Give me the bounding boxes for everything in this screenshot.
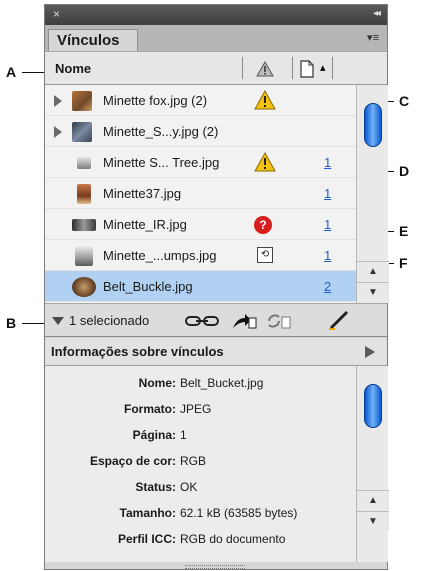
scroll-thumb[interactable] <box>364 384 382 428</box>
callout-a: A <box>6 64 17 80</box>
scroll-down-arrow-icon[interactable]: ▼ <box>357 282 389 302</box>
link-name: Minette S... Tree.jpg <box>103 155 220 170</box>
info-value: 1 <box>180 428 187 442</box>
link-name: Belt_Buckle.jpg <box>103 279 193 294</box>
image-thumbnail <box>72 219 96 231</box>
link-page-number[interactable]: 1 <box>324 155 331 170</box>
goto-link-icon[interactable] <box>231 312 257 330</box>
warning-icon <box>254 90 276 110</box>
image-thumbnail <box>77 157 91 169</box>
warning-icon <box>254 152 276 172</box>
info-value: RGB do documento <box>180 532 286 546</box>
panel-menu-icon[interactable]: ▾≡ <box>367 31 379 44</box>
column-header: Nome ▴ <box>45 51 387 85</box>
scroll-up-arrow-icon[interactable]: ▲ <box>357 490 389 510</box>
links-list: Minette fox.jpg (2) Minette_S...y.jpg (2… <box>45 85 356 303</box>
link-info-header[interactable]: Informações sobre vínculos <box>45 338 387 366</box>
info-key: Formato: <box>124 402 176 416</box>
link-page-number[interactable]: 1 <box>324 248 331 263</box>
info-value: OK <box>180 480 198 494</box>
list-item[interactable]: Minette S... Tree.jpg 1 <box>45 147 356 178</box>
edit-original-icon[interactable] <box>327 309 353 331</box>
status-bar: 1 selecionado <box>45 303 387 337</box>
list-item[interactable]: Minette37.jpg 1 <box>45 178 356 209</box>
image-thumbnail <box>72 91 92 111</box>
image-thumbnail <box>77 184 91 204</box>
sort-ascending-icon[interactable]: ▴ <box>320 61 326 74</box>
link-info-title: Informações sobre vínculos <box>51 344 224 359</box>
image-thumbnail <box>75 246 93 266</box>
callout-c: C <box>399 93 410 109</box>
info-key: Tamanho: <box>119 506 176 520</box>
image-thumbnail <box>72 277 96 297</box>
info-row: Nome: Belt_Bucket.jpg <box>45 372 356 396</box>
info-value: Belt_Bucket.jpg <box>180 376 264 390</box>
list-scrollbar[interactable]: ▲ ▼ <box>356 85 389 303</box>
toggle-info-icon[interactable] <box>52 317 64 325</box>
tab-links[interactable]: Vínculos <box>48 29 138 51</box>
info-row: Tamanho: 62.1 kB (63585 bytes) <box>45 502 356 526</box>
column-divider <box>292 57 293 79</box>
expand-arrow-icon[interactable] <box>54 95 62 107</box>
link-name: Minette_IR.jpg <box>103 217 187 232</box>
list-item[interactable]: Minette_S...y.jpg (2) <box>45 116 356 147</box>
list-item[interactable]: Minette_IR.jpg ? 1 <box>45 209 356 240</box>
info-value: 62.1 kB (63585 bytes) <box>180 506 298 520</box>
scroll-up-arrow-icon[interactable]: ▲ <box>357 261 389 281</box>
list-item-selected[interactable]: Belt_Buckle.jpg 2 <box>45 271 356 302</box>
warning-triangle-icon[interactable] <box>256 61 274 77</box>
selection-count: 1 selecionado <box>69 313 150 328</box>
column-divider <box>332 57 333 79</box>
missing-link-icon: ? <box>254 216 272 234</box>
callout-f: F <box>399 255 408 271</box>
info-value: JPEG <box>180 402 212 416</box>
scroll-down-arrow-icon[interactable]: ▼ <box>357 511 389 531</box>
info-row: Página: 1 <box>45 424 356 448</box>
column-header-name[interactable]: Nome <box>55 61 91 76</box>
info-key: Página: <box>132 428 176 442</box>
link-page-number[interactable]: 2 <box>324 279 331 294</box>
link-page-number[interactable]: 1 <box>324 186 331 201</box>
close-icon[interactable]: × <box>53 7 60 21</box>
info-scrollbar[interactable]: ▲ ▼ <box>356 366 389 562</box>
link-name: Minette_S...y.jpg (2) <box>103 124 219 139</box>
resize-grip[interactable] <box>185 565 245 569</box>
link-name: Minette_...umps.jpg <box>103 248 217 263</box>
panel-title-bar[interactable]: × ◂◂ <box>45 5 387 25</box>
info-row: Espaço de cor: RGB <box>45 450 356 474</box>
link-page-number[interactable]: 1 <box>324 217 331 232</box>
collapse-arrow-icon[interactable] <box>365 346 375 358</box>
callout-b: B <box>6 315 17 331</box>
info-row: Perfil ICC: RGB do documento <box>45 528 356 552</box>
list-item[interactable]: Minette fox.jpg (2) <box>45 85 356 116</box>
callout-d: D <box>399 163 410 179</box>
expand-arrow-icon[interactable] <box>54 126 62 138</box>
list-item[interactable]: Minette_...umps.jpg ⟲ 1 <box>45 240 356 271</box>
info-key: Nome: <box>138 376 176 390</box>
scroll-thumb[interactable] <box>364 103 382 147</box>
info-key: Espaço de cor: <box>89 454 176 468</box>
info-row: Formato: JPEG <box>45 398 356 422</box>
relink-icon[interactable] <box>185 314 219 328</box>
links-panel: × ◂◂ Vínculos ▾≡ Nome ▴ Minette fox.jpg … <box>44 4 389 570</box>
info-key: Status: <box>135 480 176 494</box>
info-key: Perfil ICC: <box>117 532 176 546</box>
link-name: Minette37.jpg <box>103 186 182 201</box>
column-divider <box>242 57 243 79</box>
page-icon[interactable] <box>300 60 314 78</box>
info-row: Status: OK <box>45 476 356 500</box>
link-info-panel: Nome: Belt_Bucket.jpg Formato: JPEG Pági… <box>45 366 356 562</box>
callout-e: E <box>399 223 409 239</box>
info-value: RGB <box>180 454 207 468</box>
link-name: Minette fox.jpg (2) <box>103 93 208 108</box>
modified-link-icon: ⟲ <box>257 247 273 263</box>
update-link-icon[interactable] <box>265 312 291 330</box>
tab-row: Vínculos ▾≡ <box>45 25 387 51</box>
image-thumbnail <box>72 122 92 142</box>
collapse-icon[interactable]: ◂◂ <box>373 8 381 19</box>
